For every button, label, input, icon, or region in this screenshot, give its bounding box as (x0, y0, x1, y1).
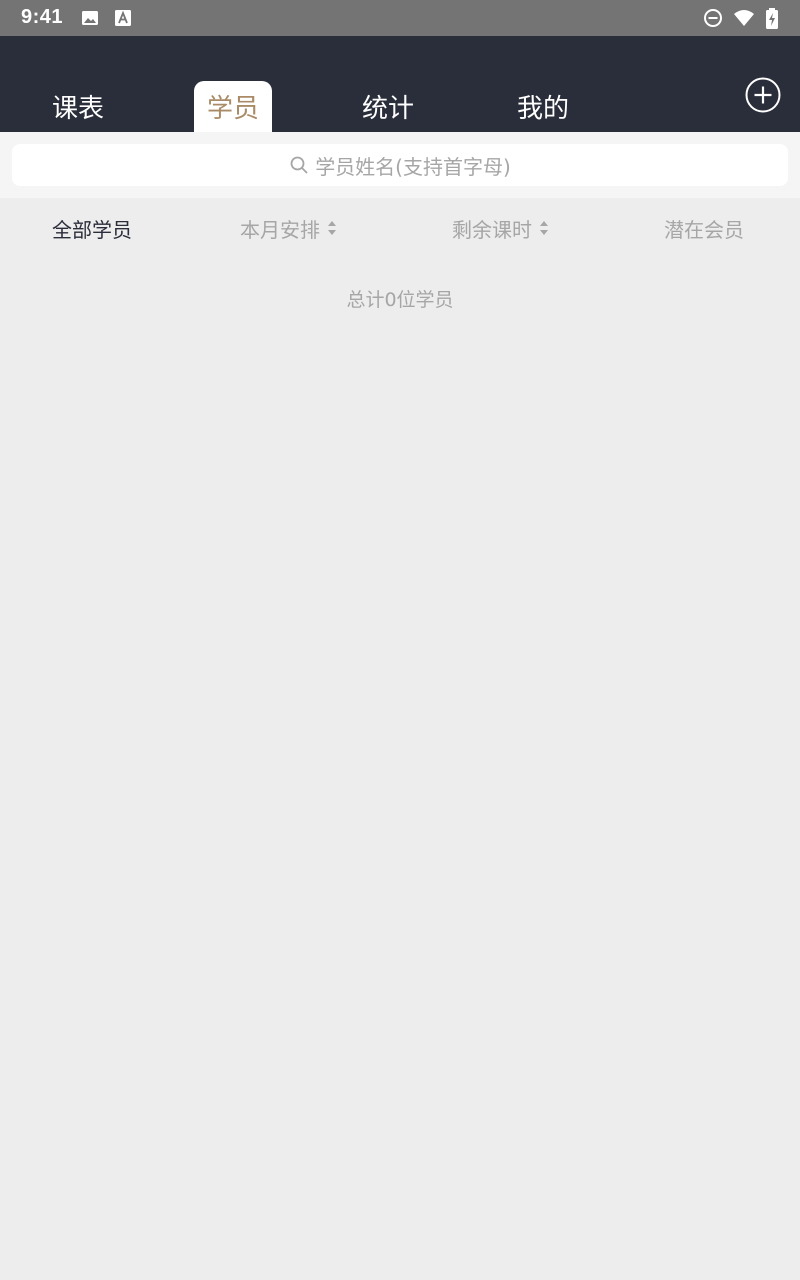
plus-circle-icon (745, 77, 781, 113)
filter-remaining-hours[interactable]: 剩余课时 (452, 212, 550, 244)
tab-statistics[interactable]: 统计 (349, 81, 427, 132)
add-student-button[interactable] (745, 77, 781, 113)
sort-icon (540, 221, 548, 235)
filter-all-students[interactable]: 全部学员 (52, 212, 132, 244)
search-input[interactable]: 学员姓名(支持首字母) (12, 144, 788, 186)
filter-all-students-label: 全部学员 (52, 217, 132, 242)
sort-icon (328, 221, 336, 235)
tab-schedule[interactable]: 课表 (39, 81, 117, 132)
do-not-disturb-icon (703, 8, 723, 28)
search-placeholder: 学员姓名(支持首字母) (315, 154, 511, 179)
top-tab-bar: 课表 学员 统计 我的 (0, 36, 800, 132)
tab-mine[interactable]: 我的 (504, 81, 582, 132)
status-time: 9:41 (21, 6, 64, 28)
wifi-icon (733, 8, 755, 28)
total-student-count: 总计0位学员 (346, 289, 454, 311)
filter-month-schedule-label: 本月安排 (240, 217, 320, 242)
filter-potential-members-label: 潜在会员 (664, 217, 744, 242)
filter-month-schedule[interactable]: 本月安排 (240, 212, 338, 244)
search-area: 学员姓名(支持首字母) (0, 132, 800, 198)
tab-students[interactable]: 学员 (194, 81, 272, 132)
search-icon (290, 156, 308, 174)
image-icon (80, 8, 100, 28)
text-a-icon (113, 8, 133, 28)
filter-remaining-hours-label: 剩余课时 (452, 217, 532, 242)
battery-charging-icon (765, 8, 779, 29)
filter-potential-members[interactable]: 潜在会员 (664, 212, 744, 244)
status-bar: 9:41 (0, 0, 800, 36)
